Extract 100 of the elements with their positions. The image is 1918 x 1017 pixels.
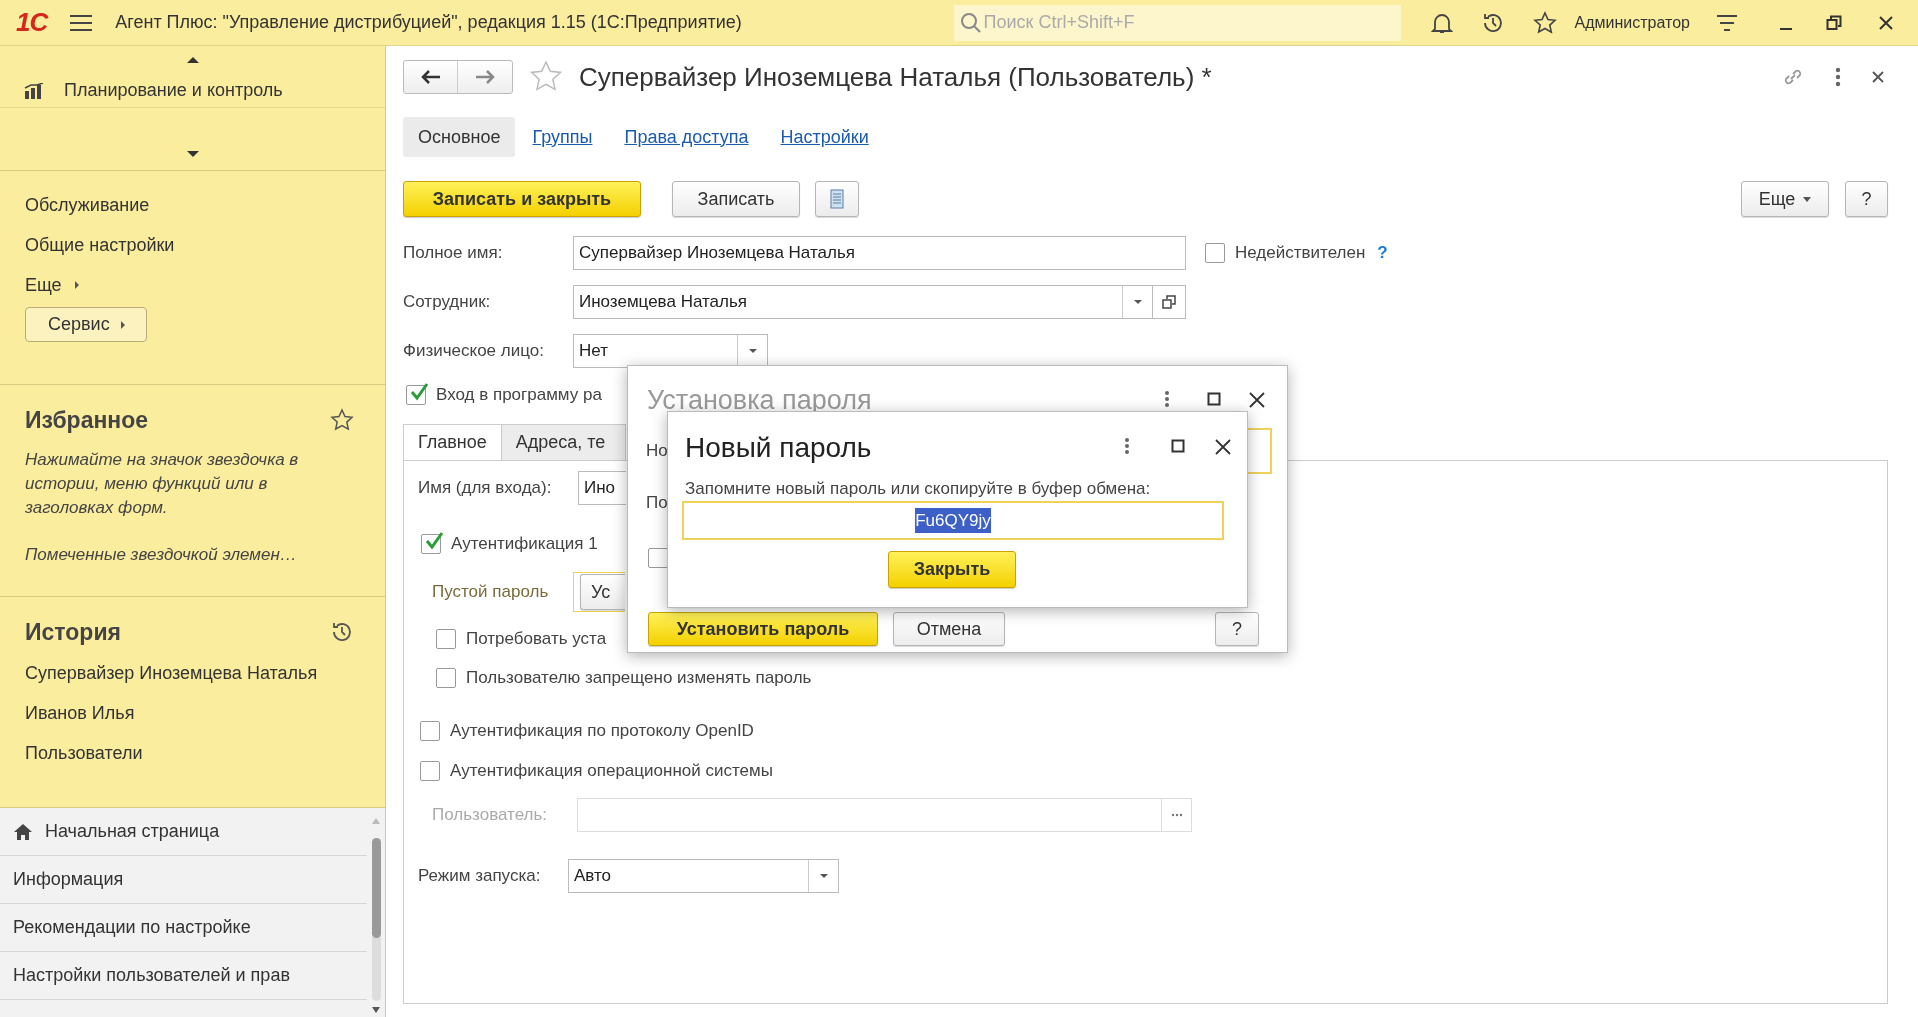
checkbox[interactable] (420, 761, 440, 781)
menu-icon[interactable] (69, 13, 94, 32)
field-label: Физическое лицо: (403, 340, 545, 363)
field-label: Пользователь: (432, 804, 549, 827)
hint-text: Помеченные звездочкой элемен… (25, 543, 298, 566)
close-button[interactable]: Закрыть (888, 551, 1016, 588)
maximize-icon[interactable] (1171, 439, 1185, 453)
field-label: Имя (для входа): (418, 477, 553, 500)
select-field[interactable]: Авто (568, 859, 839, 893)
open-button[interactable] (1153, 285, 1186, 319)
scrollbar[interactable] (371, 838, 381, 1001)
forward-arrow-icon (475, 70, 495, 84)
dropdown-icon[interactable] (818, 873, 829, 879)
text-field[interactable]: Ино (578, 471, 626, 505)
chart-icon (24, 82, 44, 99)
menu-link[interactable]: Общие настройки (0, 225, 385, 265)
checkbox-label: Вход в программу ра (436, 384, 602, 407)
star-icon[interactable] (330, 408, 354, 433)
select-field[interactable]: Нет (573, 334, 768, 368)
field-label: Полное имя: (403, 242, 504, 265)
close-icon[interactable] (1215, 439, 1231, 455)
tab[interactable]: Настройки (765, 117, 884, 157)
star-icon[interactable] (1532, 10, 1557, 35)
field-label: По (646, 492, 668, 514)
field-label: Но (646, 440, 668, 462)
window-item[interactable]: Информация (0, 856, 367, 904)
expand-arrow-icon (119, 319, 126, 330)
checkbox[interactable] (648, 548, 668, 568)
user-name[interactable]: Администратор (1574, 10, 1690, 35)
list-icon (830, 189, 844, 209)
field-label: Сотрудник: (403, 291, 492, 314)
checkbox[interactable] (1205, 243, 1225, 263)
maximize-icon[interactable] (1207, 392, 1221, 406)
hint-text: Нажимайте на значок звездочка в истории, меню функций или в заголовках форм. (25, 448, 300, 519)
checkbox[interactable] (406, 385, 426, 405)
help-button[interactable]: ? (1845, 181, 1888, 217)
dialog-title: Новый пароль (685, 431, 872, 465)
history-link[interactable]: Иванов Илья (0, 693, 385, 734)
more-icon[interactable] (1835, 67, 1841, 87)
help-link[interactable]: ? (1377, 240, 1388, 266)
checkmark-icon (424, 532, 444, 550)
section-heading: Избранное (25, 406, 149, 435)
save-close-button[interactable]: Записать и закрыть (403, 181, 641, 217)
scroll-down-icon[interactable] (185, 150, 200, 158)
close-icon[interactable] (1878, 14, 1894, 31)
search-field[interactable]: Поиск Ctrl+Shift+F (953, 4, 1401, 41)
tab[interactable]: Основное (403, 117, 516, 157)
help-button[interactable]: ? (1215, 612, 1259, 646)
section-heading: История (25, 618, 121, 647)
section-item[interactable]: Планирование и контроль (0, 74, 385, 108)
tab[interactable]: Права доступа (609, 117, 764, 157)
menu-link[interactable]: Обслуживание (0, 185, 385, 225)
window-item[interactable]: Настройки пользователей и прав (0, 952, 367, 1000)
history-link[interactable]: Пользователи (0, 733, 385, 774)
history-link[interactable]: Супервайзер Иноземцева Наталья (0, 653, 385, 694)
filter-icon[interactable] (1716, 13, 1738, 32)
more-icon[interactable] (1124, 437, 1130, 455)
checkbox-label: Аутентификация операционной системы (450, 760, 773, 783)
text-field[interactable]: Супервайзер Иноземцева Наталья (573, 236, 1186, 270)
ellipsis-icon (1170, 813, 1183, 817)
tab[interactable]: Группы (517, 117, 608, 157)
cancel-button[interactable]: Отмена (893, 612, 1005, 646)
set-password-button[interactable]: Ус (580, 574, 625, 610)
more-button[interactable]: Еще (1741, 181, 1829, 217)
checkbox-label: Аутентификация 1 (451, 533, 598, 556)
back-arrow-icon (420, 70, 441, 84)
checkbox-label: Потребовать уста (466, 628, 607, 651)
checkbox[interactable] (420, 721, 440, 741)
checkbox-label: Аутентификация по протоколу OpenID (450, 720, 754, 743)
select-field[interactable]: Иноземцева Наталья (573, 285, 1153, 319)
checkmark-icon (409, 383, 429, 401)
checkbox[interactable] (421, 534, 441, 554)
dialog-title: Установка пароля (647, 384, 872, 417)
checkbox[interactable] (436, 629, 456, 649)
password-field[interactable]: Fu6QY9jy (682, 501, 1224, 540)
dropdown-icon[interactable] (1132, 299, 1143, 305)
save-button[interactable]: Записать (672, 181, 800, 217)
tab[interactable]: Адреса, те (501, 424, 626, 460)
window-title: Агент Плюс: "Управление дистрибуцией", редакция 1.15 (1С:Предприятие) (115, 11, 742, 34)
service-button[interactable]: Сервис (25, 307, 147, 342)
field-label: Пустой пароль (432, 581, 550, 604)
window-item[interactable]: Рекомендации по настройке (0, 904, 367, 952)
dropdown-icon[interactable] (747, 348, 758, 354)
restore-icon[interactable] (1826, 14, 1842, 31)
expand-arrow-icon (73, 280, 80, 290)
app-logo: 1С (16, 6, 48, 39)
scroll-up-icon[interactable] (185, 56, 200, 64)
close-icon[interactable] (1249, 392, 1265, 408)
set-password-button[interactable]: Установить пароль (648, 612, 878, 646)
field-label: Режим запуска: (418, 865, 542, 888)
open-window-icon (1162, 295, 1176, 309)
checkbox-label: Недействителен (1235, 242, 1366, 265)
menu-link[interactable]: Еще (0, 265, 385, 305)
tab[interactable]: Главное (403, 424, 502, 460)
window-item[interactable]: Начальная страница (0, 808, 367, 856)
close-icon[interactable] (1871, 70, 1885, 84)
checkbox[interactable] (436, 668, 456, 688)
more-icon[interactable] (1164, 390, 1170, 408)
scroll-down-icon[interactable] (372, 1007, 380, 1013)
home-icon (13, 822, 33, 841)
